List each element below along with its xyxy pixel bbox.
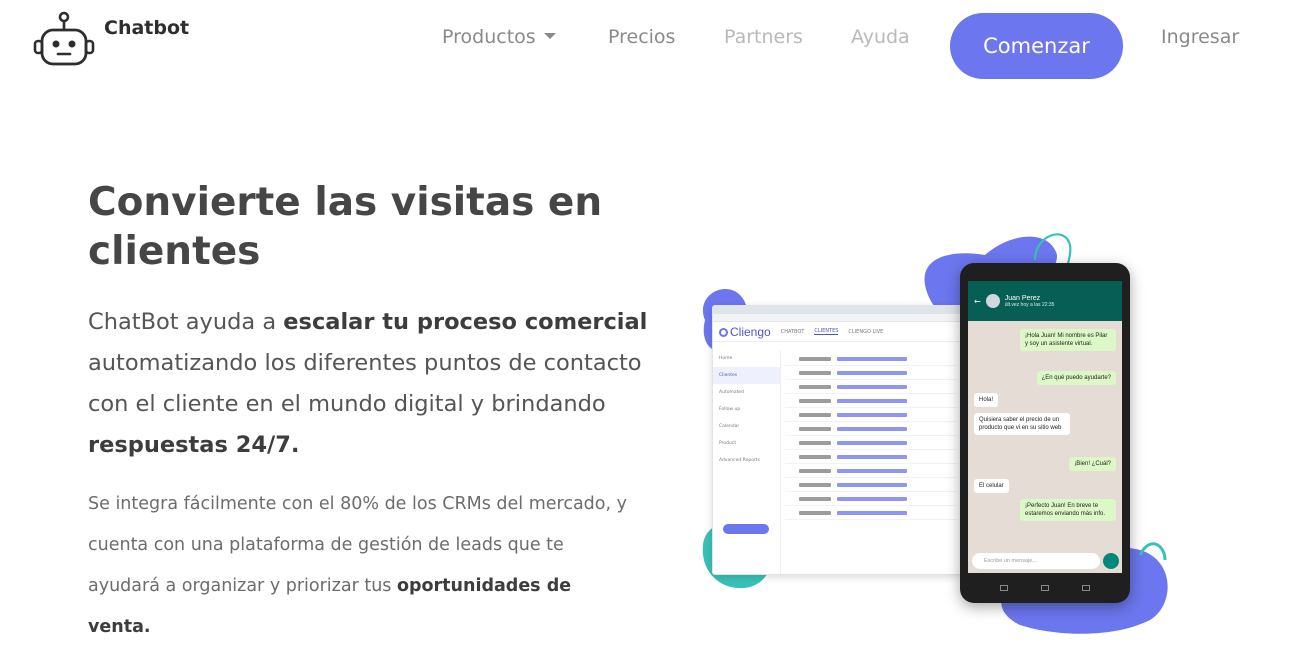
crm-brand-name: Cliengo [730,324,771,339]
table-row [785,478,957,492]
table-row [785,464,957,478]
chat-contact-status: últ.vez hoy a las 22:35 [1004,301,1055,308]
nav-precios[interactable]: Precios [608,26,675,48]
crm-side-item: Follow up [719,407,741,412]
cell-email [837,482,907,487]
cell-name [799,384,831,389]
cell-email [837,398,907,403]
brand-logo[interactable]: Chatbot [32,10,189,68]
nav-productos-label: Productos [442,26,536,48]
hero-illustration: Cliengo CHATBOT CLIENTES CLIENGO LIVE Ho… [690,225,1190,645]
robot-icon [33,11,95,66]
crm-side-item: Advanced Reports [719,458,760,463]
nav-ayuda[interactable]: Ayuda [851,26,910,48]
crm-sidebar: Home Clientes Automated Follow up Calend… [713,350,781,574]
browser-tabs-bar [713,306,961,314]
chat-message-out: ¿En qué puedo ayudarte? [1036,371,1116,385]
ingresar-link[interactable]: Ingresar [1161,26,1239,48]
chat-message-out: ¡Hola Juan! Mi nombre es Pilar y soy un … [1020,329,1116,351]
caret-down-icon [543,33,556,39]
phone-mockup: ← Juan Perez últ.vez hoy a las 22:35 ¡Ho… [960,263,1130,603]
hero-subtext: Se integra fácilmente con el 80% de los … [88,484,628,648]
cell-email [837,356,907,361]
crm-side-item: Clientes [713,367,780,384]
cell-email [837,412,907,417]
table-row [785,352,957,366]
cell-email [837,384,907,389]
cell-name [799,496,831,501]
comenzar-button[interactable]: Comenzar [950,13,1123,79]
crm-table [785,352,957,574]
back-arrow-icon: ← [974,296,981,306]
cell-name [799,454,831,459]
table-row [785,380,957,394]
chat-contact-name: Juan Perez [1004,294,1041,302]
cell-email [837,496,907,501]
crm-screenshot: Cliengo CHATBOT CLIENTES CLIENGO LIVE Ho… [712,305,962,575]
chat-message-out: ¡Perfecto Juan! En breve te estaremos en… [1020,499,1116,521]
chat-screen: ← Juan Perez últ.vez hoy a las 22:35 ¡Ho… [968,281,1122,573]
cell-email [837,454,907,459]
table-row [785,422,957,436]
chat-contact: Juan Perez últ.vez hoy a las 22:35 [1005,295,1055,308]
cell-email [837,426,907,431]
cell-name [799,440,831,445]
crm-side-item: Home [719,356,733,361]
cell-name [799,370,831,375]
brand-name: Chatbot [104,17,190,39]
hero-lead: ChatBot ayuda a escalar tu proceso comer… [88,302,648,466]
crm-tab: CLIENGO LIVE [848,328,884,335]
table-row [785,506,957,520]
home-icon [1041,585,1049,591]
cell-name [799,426,831,431]
crm-brand: Cliengo [719,325,771,339]
table-row [785,450,957,464]
cell-name [799,356,831,361]
cell-email [837,468,907,473]
crm-side-button [723,524,769,534]
cell-name [799,468,831,473]
chat-header: ← Juan Perez últ.vez hoy a las 22:35 [968,281,1122,321]
table-row [785,394,957,408]
microphone-icon [1103,553,1119,569]
cell-name [799,510,831,515]
chat-message-in: El celular [974,479,1009,493]
cell-name [799,412,831,417]
crm-tab: CHATBOT [780,328,805,335]
chat-message-out: ¡Bien! ¿Cuál? [1069,457,1116,471]
crm-header: Cliengo CHATBOT CLIENTES CLIENGO LIVE [713,322,961,342]
recent-icon [1082,585,1090,591]
browser-url-bar [713,314,961,322]
hero-title: Convierte las visitas en clientes [88,180,603,274]
crm-side-item: Product [719,441,737,446]
cell-email [837,370,907,375]
chat-message-in: Quisiera saber el precio de un producto … [974,413,1070,435]
hero-lead-bold: escalar tu proceso comercial [283,309,648,335]
nav-productos[interactable]: Productos [442,26,556,48]
table-row [785,408,957,422]
cell-email [837,440,907,445]
chat-message-in: Hola! [974,393,999,407]
hero-lead-part: automatizando los diferentes puntos de c… [88,350,642,417]
crm-side-item: Automated [719,390,744,395]
table-row [785,492,957,506]
back-icon [1000,585,1008,591]
cliengo-logo-icon [719,327,728,337]
hero-lead-part: ChatBot ayuda a [88,309,284,335]
phone-nav-bar [1000,585,1090,593]
crm-tab-active: CLIENTES [814,328,839,335]
crm-side-item: Calendar [719,424,740,429]
cell-name [799,398,831,403]
nav-partners[interactable]: Partners [724,26,803,48]
cell-email [837,510,907,515]
cell-name [799,482,831,487]
hero-lead-bold: respuestas 24/7. [88,432,300,458]
avatar [985,294,1000,308]
table-row [785,366,957,380]
chat-input: Escribe un mensaje... [972,553,1100,569]
table-row [785,436,957,450]
